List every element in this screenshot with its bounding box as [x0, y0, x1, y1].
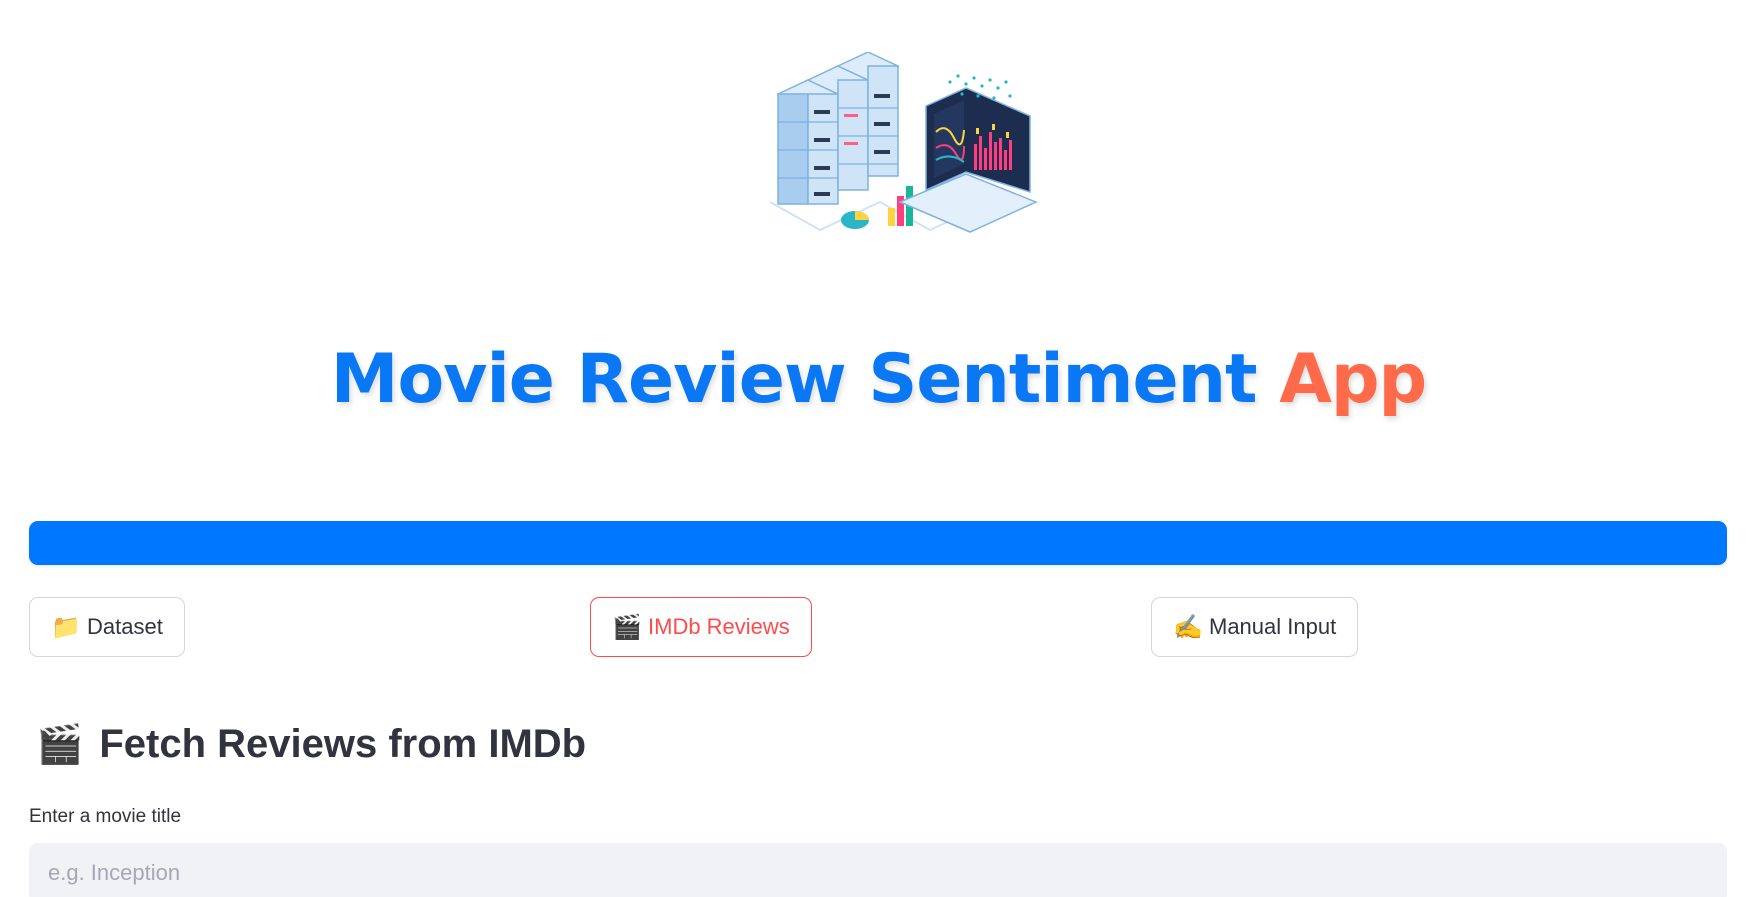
- laptop-icon: [898, 87, 1038, 233]
- tab-imdb-reviews-label: IMDb Reviews: [648, 614, 790, 639]
- section-title: Fetch Reviews from IMDb: [99, 722, 587, 766]
- folder-icon: 📁: [51, 613, 81, 641]
- clapper-icon: 🎬: [36, 723, 84, 766]
- movie-title-input[interactable]: [29, 843, 1727, 897]
- app-page: Movie Review Sentiment App 📁 Dataset 🎬 I…: [0, 0, 1757, 897]
- tab-manual-input-label: Manual Input: [1209, 614, 1337, 639]
- app-title-accent: App: [1279, 340, 1427, 419]
- section-heading: 🎬 Fetch Reviews from IMDb: [36, 722, 586, 767]
- app-title: Movie Review Sentiment App: [0, 346, 1757, 414]
- app-title-main: Movie Review Sentiment: [330, 340, 1280, 419]
- tab-manual-input[interactable]: ✍️ Manual Input: [1151, 597, 1359, 657]
- server-stack-icon: [776, 52, 900, 205]
- hero-illustration: [769, 52, 1038, 233]
- clapper-icon: 🎬: [612, 613, 642, 641]
- pie-chart-icon: [841, 211, 869, 229]
- writing-hand-icon: ✍️: [1173, 613, 1203, 641]
- movie-title-label: Enter a movie title: [29, 806, 182, 827]
- header-banner: [29, 521, 1727, 565]
- tab-dataset[interactable]: 📁 Dataset: [29, 597, 185, 657]
- tab-dataset-label: Dataset: [87, 614, 163, 639]
- tab-imdb-reviews[interactable]: 🎬 IMDb Reviews: [590, 597, 812, 657]
